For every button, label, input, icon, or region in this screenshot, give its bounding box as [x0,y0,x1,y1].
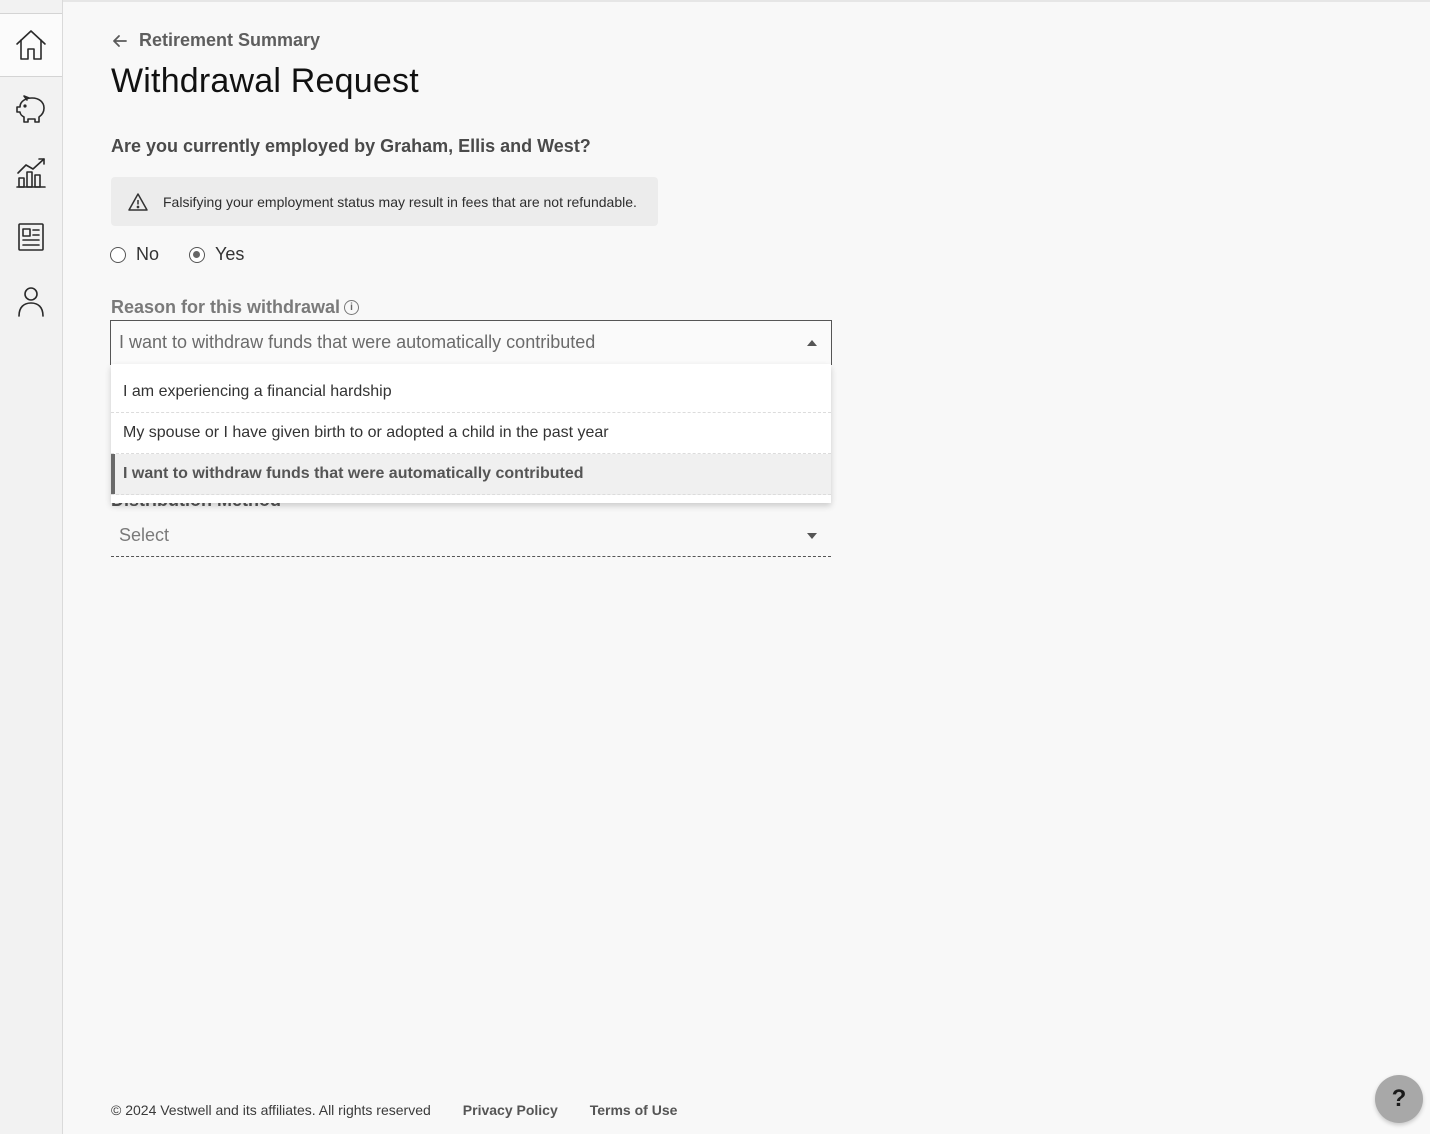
back-link-label: Retirement Summary [139,30,321,50]
user-icon [18,287,44,317]
sidebar-item-profile[interactable] [0,269,62,333]
chart-icon [16,158,46,188]
document-icon [18,223,44,251]
radio-no-label: No [136,244,160,264]
warning-text: Falsifying your employment status may re… [163,193,637,210]
top-border [0,0,1430,2]
caret-up-icon [807,340,817,346]
radio-no[interactable]: No [110,244,159,265]
page-title: Withdrawal Request [111,62,419,100]
reason-option-birth-adoption[interactable]: My spouse or I have given birth to or ad… [111,413,831,454]
home-icon [16,30,46,60]
privacy-policy-link[interactable]: Privacy Policy [463,1102,558,1118]
sidebar [0,0,63,1134]
warning-banner: Falsifying your employment status may re… [111,177,658,226]
arrow-left-icon [113,34,127,47]
help-icon: ? [1391,1085,1407,1112]
footer: © 2024 Vestwell and its affiliates. All … [111,1102,677,1118]
reason-select[interactable]: I want to withdraw funds that were autom… [110,320,832,365]
distribution-select-placeholder: Select [119,525,170,545]
radio-no-circle[interactable] [110,246,126,263]
help-button[interactable]: ? [1375,1075,1423,1123]
copyright-text: © 2024 Vestwell and its affiliates. All … [111,1102,431,1118]
radio-yes-label: Yes [215,244,245,264]
sidebar-item-documents[interactable] [0,205,62,269]
employment-question: Are you currently employed by Graham, El… [111,136,591,156]
distribution-select[interactable]: Select [111,515,831,557]
radio-yes[interactable]: Yes [189,244,244,265]
sidebar-item-savings[interactable] [0,77,62,141]
back-link[interactable]: Retirement Summary [111,30,320,51]
info-icon[interactable]: i [344,300,360,315]
sidebar-item-home[interactable] [0,13,62,77]
employment-radio-group: No Yes [110,244,244,265]
reason-dropdown-menu: I am experiencing a financial hardship M… [111,364,831,503]
reason-label: Reason for this withdrawal i [111,297,360,318]
reason-option-hardship[interactable]: I am experiencing a financial hardship [111,372,831,413]
caret-down-icon [807,533,817,539]
warning-icon [128,192,148,211]
radio-yes-circle[interactable] [189,246,206,263]
reason-label-text: Reason for this withdrawal [111,297,341,317]
sidebar-item-performance[interactable] [0,141,62,205]
piggy-bank-icon [16,95,45,123]
reason-option-auto-contributed[interactable]: I want to withdraw funds that were autom… [111,454,831,495]
reason-select-value: I want to withdraw funds that were autom… [119,332,596,352]
terms-of-use-link[interactable]: Terms of Use [590,1102,678,1118]
